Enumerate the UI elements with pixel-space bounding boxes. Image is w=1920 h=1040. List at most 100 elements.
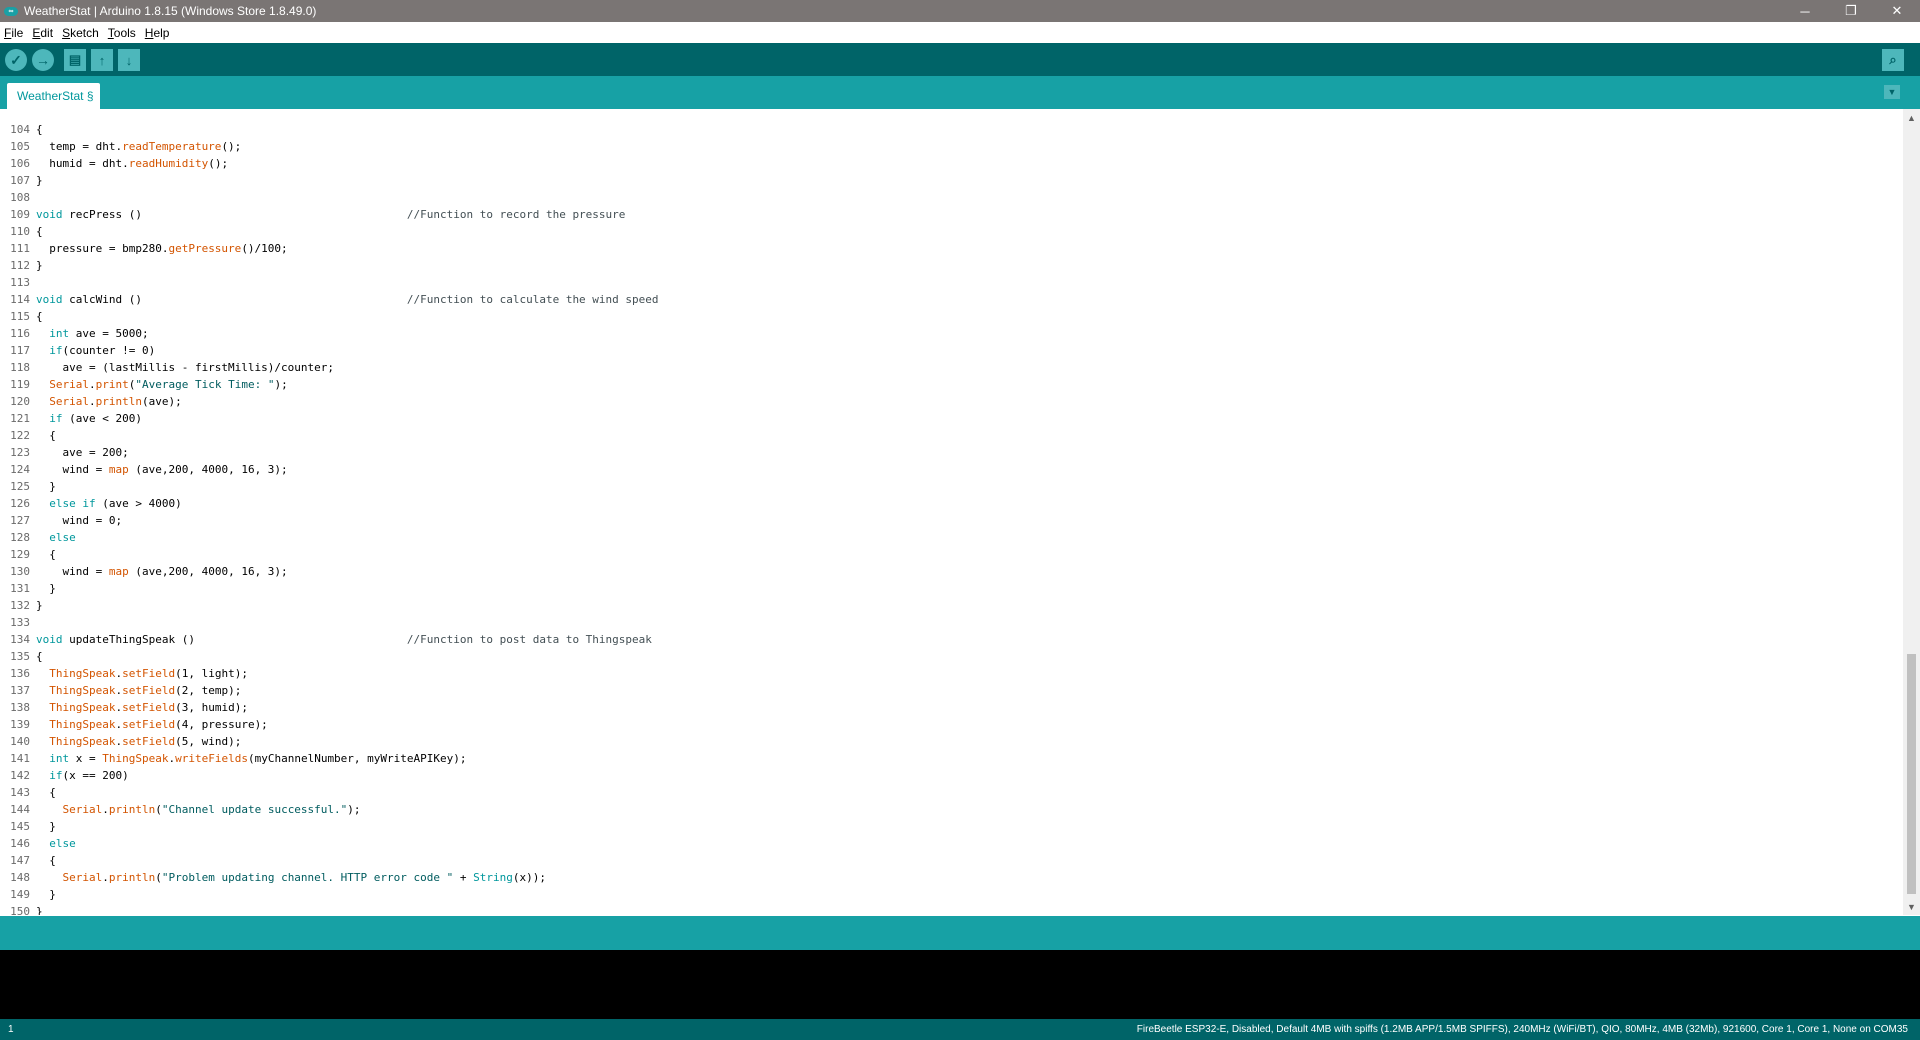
save-button[interactable]: ↓ [118, 49, 140, 71]
code-line[interactable]: 140 ThingSpeak.setField(5, wind); [0, 733, 1903, 750]
code-line[interactable]: 111 pressure = bmp280.getPressure()/100; [0, 240, 1903, 257]
menu-tools[interactable]: Tools [104, 26, 141, 40]
code-line[interactable]: 138 ThingSpeak.setField(3, humid); [0, 699, 1903, 716]
line-number: 127 [10, 514, 30, 527]
code-line[interactable]: 129 { [0, 546, 1903, 563]
line-number: 135 [10, 650, 30, 663]
code-line[interactable]: 136 ThingSpeak.setField(1, light); [0, 665, 1903, 682]
code-line[interactable]: 109 void recPress () //Function to record… [0, 206, 1903, 223]
code-line[interactable]: 116 int ave = 5000; [0, 325, 1903, 342]
serial-monitor-button[interactable]: ⌕ [1882, 49, 1904, 71]
code-text: ThingSpeak.setField(3, humid); [36, 701, 248, 714]
code-line[interactable]: 133 [0, 614, 1903, 631]
line-number: 147 [10, 854, 30, 867]
code-line[interactable]: 148 Serial.println("Problem updating cha… [0, 869, 1903, 886]
code-line[interactable]: 123 ave = 200; [0, 444, 1903, 461]
code-token: map [108, 463, 129, 476]
line-number: 132 [10, 599, 30, 612]
menu-help[interactable]: Help [141, 26, 175, 40]
code-text: Serial.println("Problem updating channel… [36, 871, 547, 884]
code-line[interactable]: 112} [0, 257, 1903, 274]
code-line[interactable]: 122 { [0, 427, 1903, 444]
code-line[interactable]: 107} [0, 172, 1903, 189]
code-line[interactable]: 144 Serial.println("Channel update succe… [0, 801, 1903, 818]
code-token: + [453, 871, 474, 884]
code-line[interactable]: 114 void calcWind () //Function to calcul… [0, 291, 1903, 308]
code-text: int x = ThingSpeak.writeFields(myChannel… [36, 752, 466, 765]
code-token: Serial [49, 395, 89, 408]
menu-edit[interactable]: Edit [28, 26, 58, 40]
code-line[interactable]: 146 else [0, 835, 1903, 852]
code-line[interactable]: 147 { [0, 852, 1903, 869]
code-line[interactable]: 145 } [0, 818, 1903, 835]
scroll-down-icon[interactable]: ▼ [1903, 898, 1920, 915]
line-number: 116 [10, 327, 30, 340]
menu-file[interactable]: File [0, 26, 28, 40]
code-line[interactable]: 149 } [0, 886, 1903, 903]
menu-sketch[interactable]: Sketch [58, 26, 104, 40]
code-token: setField [122, 667, 176, 680]
code-line[interactable]: 117 if(counter != 0) [0, 342, 1903, 359]
scroll-thumb[interactable] [1907, 654, 1916, 894]
code-line[interactable]: 141 int x = ThingSpeak.writeFields(myCha… [0, 750, 1903, 767]
code-text: Serial.print("Average Tick Time: "); [36, 378, 287, 391]
code-text: { [36, 123, 43, 136]
scroll-up-icon[interactable]: ▲ [1903, 109, 1920, 126]
line-number: 143 [10, 786, 30, 799]
open-button[interactable]: ↑ [91, 49, 113, 71]
minimize-button[interactable]: ─ [1782, 0, 1828, 22]
code-line[interactable]: 143 { [0, 784, 1903, 801]
code-line[interactable]: 137 ThingSpeak.setField(2, temp); [0, 682, 1903, 699]
code-token: wind = 0; [36, 514, 123, 527]
code-line[interactable]: 124 wind = map (ave,200, 4000, 16, 3); [0, 461, 1903, 478]
code-line[interactable]: 125 } [0, 478, 1903, 495]
code-line[interactable]: 128 else [0, 529, 1903, 546]
code-token: setField [122, 701, 176, 714]
code-line[interactable]: 115 { [0, 308, 1903, 325]
code-line[interactable]: 134 void updateThingSpeak () //Function t… [0, 631, 1903, 648]
code-token: readHumidity [128, 157, 209, 170]
code-line[interactable]: 132} [0, 597, 1903, 614]
code-line[interactable]: 104 { [0, 121, 1903, 138]
code-token: (ave,200, 4000, 16, 3); [128, 463, 288, 476]
code-text: { [36, 225, 43, 238]
code-token: . [102, 871, 109, 884]
code-line[interactable]: 130 wind = map (ave,200, 4000, 16, 3); [0, 563, 1903, 580]
code-token: (ave < 200) [62, 412, 142, 425]
code-line[interactable]: 142 if(x == 200) [0, 767, 1903, 784]
code-line[interactable]: 135 { [0, 648, 1903, 665]
code-line[interactable]: 108 [0, 189, 1903, 206]
code-token: readTemperature [122, 140, 222, 153]
verify-button[interactable]: ✓ [5, 49, 27, 71]
tab-menu-button[interactable]: ▼ [1884, 85, 1900, 99]
code-line[interactable]: 121 if (ave < 200) [0, 410, 1903, 427]
code-editor[interactable]: 104{105 temp = dht.readTemperature(); 106… [0, 109, 1903, 915]
line-number: 141 [10, 752, 30, 765]
code-line[interactable]: 131 } [0, 580, 1903, 597]
upload-button[interactable]: → [32, 49, 54, 71]
vertical-scrollbar[interactable]: ▲ ▼ [1903, 109, 1920, 915]
restore-button[interactable]: ❐ [1828, 0, 1874, 22]
code-line[interactable]: 150} [0, 903, 1903, 915]
code-line[interactable]: 126 else if (ave > 4000) [0, 495, 1903, 512]
code-token: (ave,200, 4000, 16, 3); [128, 565, 288, 578]
console-output[interactable] [0, 950, 1920, 1019]
code-line[interactable]: 113 [0, 274, 1903, 291]
code-line[interactable]: 119 Serial.print("Average Tick Time: "); [0, 376, 1903, 393]
tab-weatherstat[interactable]: WeatherStat § [7, 83, 100, 109]
code-line[interactable]: 105 temp = dht.readTemperature(); [0, 138, 1903, 155]
arrow-right-icon: → [36, 52, 50, 68]
code-line[interactable]: 139 ThingSpeak.setField(4, pressure); [0, 716, 1903, 733]
code-text: { [36, 548, 56, 561]
new-button[interactable]: ▤ [64, 49, 86, 71]
close-button[interactable]: ✕ [1874, 0, 1920, 22]
code-token: String [473, 871, 513, 884]
code-line[interactable]: 106 humid = dht.readHumidity(); [0, 155, 1903, 172]
code-line[interactable]: 118 ave = (lastMillis - firstMillis)/cou… [0, 359, 1903, 376]
code-token: ); [347, 803, 361, 816]
code-line[interactable]: 127 wind = 0; [0, 512, 1903, 529]
code-token: wind = [36, 565, 109, 578]
code-line[interactable]: 120 Serial.println(ave); [0, 393, 1903, 410]
code-line[interactable]: 110 { [0, 223, 1903, 240]
